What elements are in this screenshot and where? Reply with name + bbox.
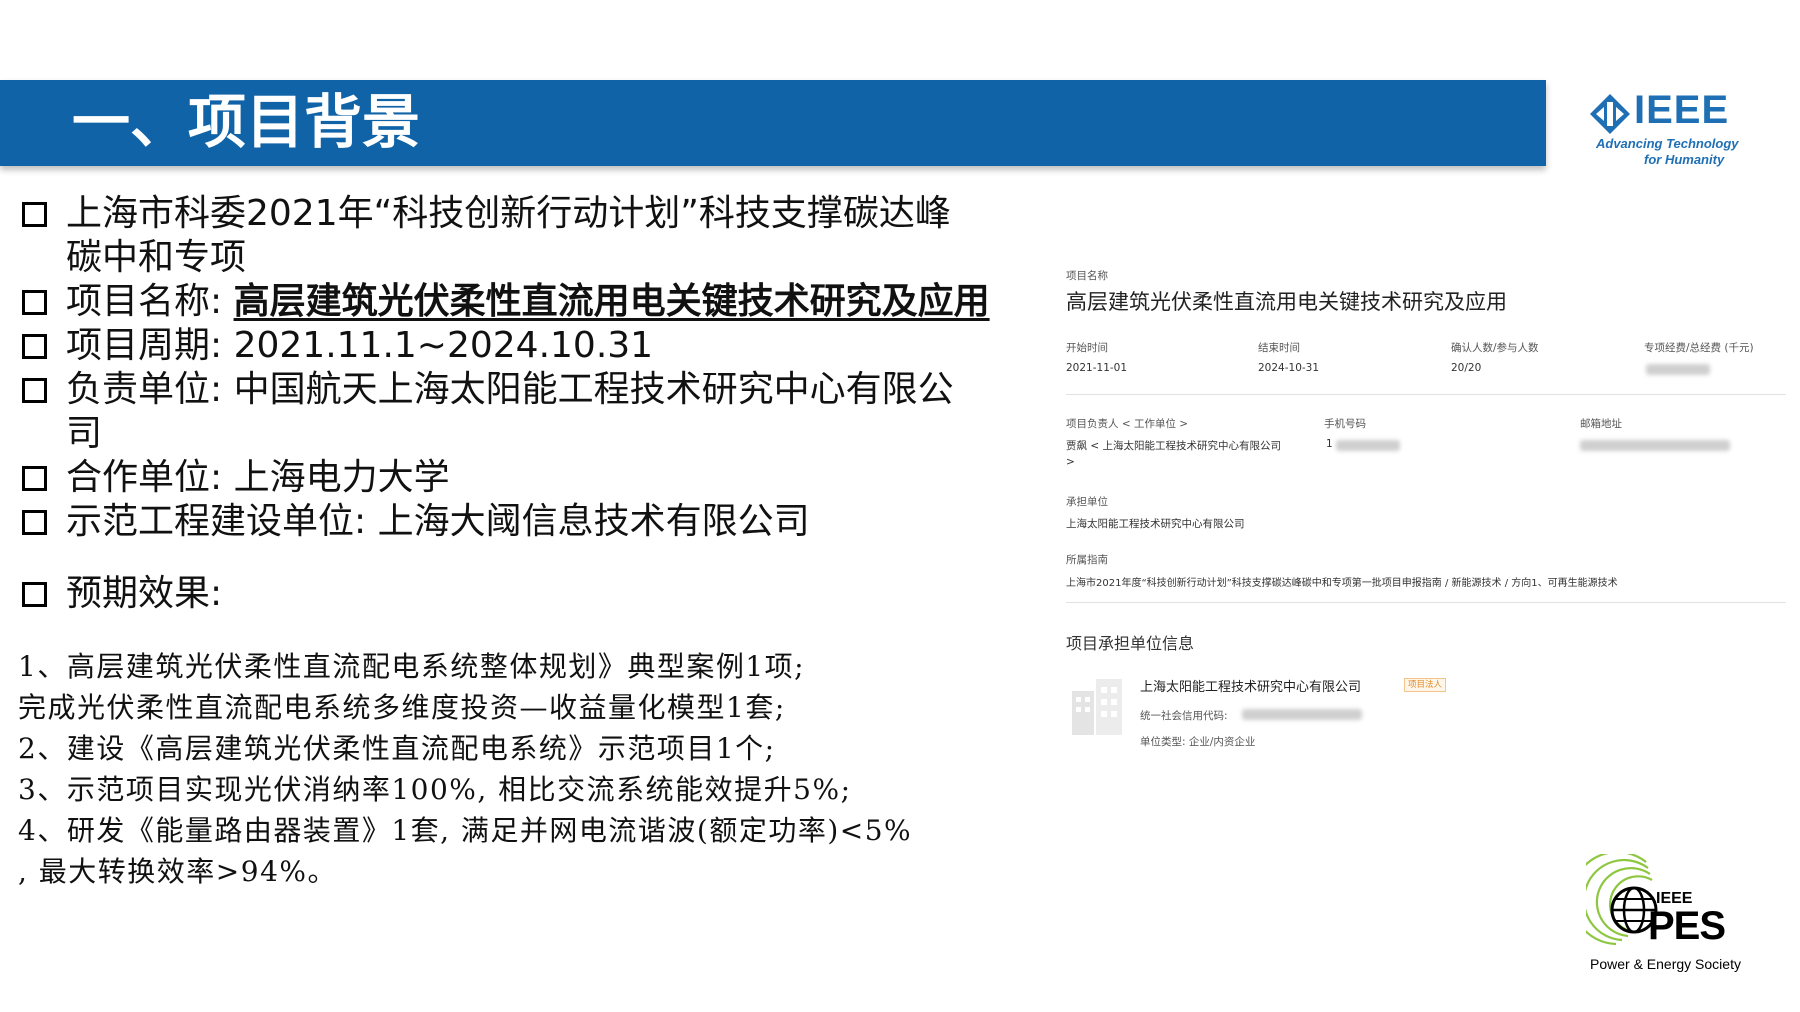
funding-label: 专项经费/总经费 (千元) (1644, 342, 1754, 354)
people-count-value: 20/20 (1451, 362, 1482, 374)
redacted-email (1580, 440, 1730, 451)
bullet-item: 合作单位: 上海电力大学 (18, 456, 1038, 500)
redacted-funding (1646, 364, 1710, 375)
legal-person-badge: 项目法人 (1404, 678, 1447, 692)
bullet-item: 项目名称: 高层建筑光伏柔性直流用电关键技术研究及应用 (18, 280, 1038, 324)
divider (1066, 394, 1786, 395)
phone-prefix: 1 (1326, 438, 1333, 450)
checkbox-bullet-icon (22, 334, 47, 359)
leader-label: 项目负责人 < 工作单位 > (1066, 418, 1189, 430)
checkbox-bullet-icon (22, 202, 47, 227)
end-date-label: 结束时间 (1258, 342, 1300, 354)
divider (1066, 602, 1786, 603)
effect-line: 完成光伏柔性直流配电系统多维度投资—收益量化模型1套; (18, 691, 786, 724)
redacted-phone (1336, 440, 1400, 451)
start-date-label: 开始时间 (1066, 342, 1108, 354)
checkbox-bullet-icon (22, 582, 47, 607)
bullet-text: 合作单位: 上海电力大学 (66, 457, 450, 498)
bullet-item: 上海市科委2021年“科技创新行动计划”科技支撑碳达峰 (18, 192, 1038, 236)
project-info-screenshot: 项目名称 高层建筑光伏柔性直流用电关键技术研究及应用 开始时间 2021-11-… (1066, 258, 1786, 758)
credit-code-label: 统一社会信用代码: (1140, 710, 1228, 722)
project-name-label: 项目名称 (1066, 270, 1108, 282)
bullet-text: 上海市科委2021年“科技创新行动计划”科技支撑碳达峰 (66, 193, 951, 234)
pes-wordmark: PES (1648, 904, 1726, 948)
bullet-item-continuation: 碳中和专项 (18, 236, 1038, 280)
expected-effects-list: 1、高层建筑光伏柔性直流配电系统整体规划》典型案例1项; 完成光伏柔性直流配电系… (18, 646, 1048, 892)
bullet-item: 负责单位: 中国航天上海太阳能工程技术研究中心有限公 (18, 368, 1038, 412)
page-title: 一、项目背景 (72, 88, 421, 156)
company-info-title: 项目承担单位信息 (1066, 634, 1195, 653)
leader-value: 贾飙 < 上海太阳能工程技术研究中心有限公司 (1066, 440, 1281, 452)
end-date-value: 2024-10-31 (1258, 362, 1320, 374)
bullet-item: 项目周期: 2021.11.1~2024.10.31 (18, 324, 1038, 368)
checkbox-bullet-icon (22, 378, 47, 403)
leader-value-end: > (1066, 456, 1075, 468)
checkbox-bullet-icon (22, 290, 47, 315)
email-label: 邮箱地址 (1580, 418, 1622, 430)
bullet-text: 项目周期: 2021.11.1~2024.10.31 (66, 325, 654, 366)
bullet-item-continuation: 司 (18, 412, 1038, 456)
checkbox-bullet-icon (22, 510, 47, 535)
company-type: 单位类型: 企业/内资企业 (1140, 736, 1256, 748)
bullet-text: 碳中和专项 (66, 237, 247, 278)
bullet-text: 示范工程建设单位: 上海大阈信息技术有限公司 (66, 501, 810, 542)
ieee-wordmark: IEEE (1634, 88, 1730, 132)
title-band: 一、项目背景 (0, 80, 1546, 166)
redacted-credit-code (1242, 709, 1362, 720)
bullet-label: 项目名称: (66, 281, 234, 322)
bullet-text: 司 (66, 413, 103, 454)
pes-tagline: Power & Energy Society (1590, 956, 1741, 972)
ieee-logo: IEEE Advancing Technology for Humanity (1588, 88, 1758, 172)
start-date-value: 2021-11-01 (1066, 362, 1128, 374)
project-name-highlight: 高层建筑光伏柔性直流用电关键技术研究及应用 (233, 281, 990, 322)
bullet-text: 预期效果: (66, 573, 223, 614)
project-name-title: 高层建筑光伏柔性直流用电关键技术研究及应用 (1066, 290, 1507, 314)
building-icon (1072, 679, 1122, 735)
unit-value: 上海太阳能工程技术研究中心有限公司 (1066, 518, 1245, 530)
checkbox-bullet-icon (22, 466, 47, 491)
bullet-item: 预期效果: (18, 572, 1038, 616)
bullet-item: 示范工程建设单位: 上海大阈信息技术有限公司 (18, 500, 1038, 544)
ieee-tagline: Advancing Technology (1596, 136, 1739, 151)
ieee-pes-logo: IEEE PES Power & Energy Society (1586, 854, 1766, 980)
guide-value: 上海市2021年度“科技创新行动计划”科技支撑碳达峰碳中和专项第一批项目申报指南… (1066, 578, 1618, 589)
ieee-diamond-icon (1590, 94, 1630, 134)
phone-label: 手机号码 (1324, 418, 1366, 430)
effect-line: 2、建设《高层建筑光伏柔性直流配电系统》示范项目1个; (18, 732, 776, 765)
effect-line: 4、研发《能量路由器装置》1套, 满足并网电流谐波(额定功率)<5% (18, 814, 913, 847)
effect-line: 3、示范项目实现光伏消纳率100%, 相比交流系统能效提升5%; (18, 773, 852, 806)
people-count-label: 确认人数/参与人数 (1451, 342, 1539, 354)
effect-line: 1、高层建筑光伏柔性直流配电系统整体规划》典型案例1项; (18, 650, 806, 683)
guide-label: 所属指南 (1066, 554, 1108, 566)
effect-line: , 最大转换效率>94%。 (18, 855, 337, 888)
bullet-list: 上海市科委2021年“科技创新行动计划”科技支撑碳达峰 碳中和专项 项目名称: … (18, 192, 1038, 616)
company-name: 上海太阳能工程技术研究中心有限公司 (1140, 680, 1362, 695)
unit-label: 承担单位 (1066, 496, 1108, 508)
ieee-tagline-2: for Humanity (1644, 152, 1725, 167)
bullet-text: 负责单位: 中国航天上海太阳能工程技术研究中心有限公 (66, 369, 954, 410)
